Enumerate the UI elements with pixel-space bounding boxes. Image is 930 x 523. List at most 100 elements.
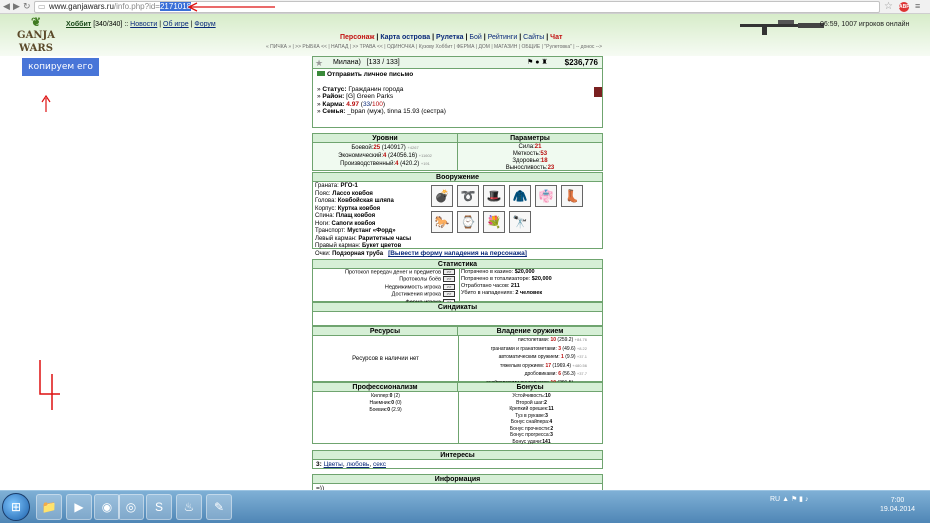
bonus-label: Устойчивость:: [512, 393, 546, 399]
clock[interactable]: 7:00 19.04.2014: [880, 496, 915, 514]
link-about[interactable]: Об игре: [163, 21, 189, 28]
flag-icon: [594, 87, 602, 97]
jacket-icon[interactable]: 🧥: [509, 185, 531, 207]
stats-header: Статистика: [313, 260, 602, 269]
forward-icon[interactable]: ▶: [13, 1, 20, 12]
nav-map[interactable]: Карта острова: [380, 34, 430, 41]
equip-row: Корпус: Куртка ковбоя: [315, 206, 411, 214]
stats-label: Потрачено в тотализаторе:: [461, 276, 532, 282]
explorer-icon[interactable]: 📁: [36, 494, 62, 520]
spyglass-icon[interactable]: 🔭: [509, 211, 531, 233]
cloak-icon[interactable]: 👘: [535, 185, 557, 207]
syndicates-panel: Синдикаты: [312, 302, 603, 326]
attack-form-link[interactable]: [Вывести форму нападения на персонажа]: [312, 250, 603, 257]
equip-row: Голова: Ковбойская шляпа: [315, 198, 411, 206]
stats-panel: Статистика Протокол передач денег и пред…: [312, 259, 603, 305]
language-indicator[interactable]: RU: [770, 496, 780, 503]
prof-row: Боевик:0 (2.9): [313, 407, 458, 414]
resources-panel: Ресурсы Владение оружием Ресурсов в нали…: [312, 326, 603, 386]
chrome-icon[interactable]: ◎: [118, 494, 144, 520]
weapon-label: автоматическим оружием:: [498, 354, 562, 360]
equip-row: Ноги: Сапоги ковбоя: [315, 221, 411, 229]
bonus-label: Туз в рукаве:: [515, 412, 546, 419]
interest-link[interactable]: Цветы: [324, 461, 343, 468]
nav-ratings[interactable]: Рейтинги: [488, 34, 518, 41]
param-label: Здоровье:: [512, 158, 541, 164]
go-button[interactable]: >>: [443, 276, 455, 283]
params-rows: Сила:21 Меткость:53 Здоровье:18 Выносливост…: [458, 143, 602, 172]
resources-header: Ресурсы: [313, 327, 458, 336]
boots-icon[interactable]: 👢: [561, 185, 583, 207]
reload-icon[interactable]: ↻: [23, 1, 31, 12]
watch-icon[interactable]: ⌚: [457, 211, 479, 233]
logo-top-text: GANJA: [17, 30, 55, 41]
equip-name[interactable]: Лассо ковбоя: [332, 191, 373, 197]
bonus-value: 11: [548, 406, 554, 412]
nav-character[interactable]: Персонаж: [340, 34, 374, 41]
weapon-label: тяжелым оружием:: [499, 362, 546, 369]
bonus-label: Бонус снайпера:: [510, 419, 550, 425]
prof-row: Киллер:0 (2): [313, 393, 458, 400]
back-icon[interactable]: ◀: [3, 1, 10, 12]
stats-value: 211: [510, 283, 520, 289]
paint-icon[interactable]: ✎: [206, 494, 232, 520]
interest-link[interactable]: любовь: [346, 461, 369, 468]
link-news[interactable]: Новости: [130, 21, 157, 28]
level-exp: (140917): [380, 145, 408, 151]
site-logo[interactable]: ❦ GANJA WARS: [12, 16, 60, 55]
weapon-row: дробовиками: 6 (56.3) +37.7: [460, 370, 587, 379]
interest-link[interactable]: секс: [373, 461, 386, 468]
information-header: Информация: [313, 475, 602, 484]
start-button[interactable]: ⊞: [2, 493, 30, 521]
equip-name[interactable]: Мустанг «Форд»: [347, 228, 395, 234]
bonus-value: 141: [542, 438, 551, 445]
equip-name[interactable]: Плащ ковбоя: [336, 213, 375, 219]
prof-label: Киллер:: [371, 393, 390, 399]
nav-chat[interactable]: Чат: [550, 34, 562, 41]
stats-values: Потрачено в казино: $20,000 Потрачено в т…: [461, 269, 552, 297]
media-icon[interactable]: ▶: [66, 494, 92, 520]
menu-icon[interactable]: ≡: [915, 1, 920, 11]
syndicates-header: Синдикаты: [313, 303, 602, 312]
skype-icon[interactable]: S: [146, 494, 172, 520]
grenade-icon[interactable]: 💣: [431, 185, 453, 207]
go-button[interactable]: >>: [443, 291, 455, 298]
stats-label: Убито в нападениях:: [461, 290, 516, 296]
go-button[interactable]: >>: [443, 269, 455, 275]
user-nick[interactable]: Хоббит: [66, 21, 91, 28]
equip-name[interactable]: Сапоги ковбоя: [332, 221, 376, 227]
nav-battle[interactable]: Бой: [469, 34, 481, 41]
hat-icon[interactable]: 🎩: [483, 185, 505, 207]
equip-name[interactable]: Букет цветов: [362, 243, 401, 249]
equip-name[interactable]: Куртка ковбоя: [338, 206, 380, 212]
stats-value: $20,000: [514, 269, 535, 275]
send-mail-link[interactable]: Отправить личное письмо: [317, 71, 598, 79]
adblock-icon[interactable]: ABP: [899, 2, 910, 12]
steam-icon[interactable]: ♨: [176, 494, 202, 520]
go-button[interactable]: >>: [443, 283, 455, 290]
equip-name[interactable]: Ковбойская шляпа: [338, 198, 394, 204]
stats-link-label: Протоколы боёв: [399, 276, 441, 283]
star-icon: ★: [315, 58, 324, 68]
horse-icon[interactable]: 🐎: [431, 211, 453, 233]
nav-roulette[interactable]: Рулетка: [436, 34, 463, 41]
equip-row: Спина: Плащ ковбоя: [315, 213, 411, 221]
equip-name[interactable]: Раритетные часы: [358, 236, 411, 242]
sub-nav[interactable]: « ПИЧКА » | >> РЫБКА << | НАПАД | >> ТРА…: [266, 44, 602, 50]
level-row: Экономический:4 (24056.16) +11602: [313, 152, 457, 160]
prof-extra: (2.9): [389, 407, 402, 413]
nav-sites[interactable]: Сайты: [523, 34, 544, 41]
rifle-icon: [740, 20, 824, 35]
professionalism-panel: Профессионализм Бонусы Киллер:0 (2) Наемн…: [312, 382, 603, 446]
link-forum[interactable]: Форум: [194, 21, 215, 28]
red-digit-four: [39, 360, 60, 410]
lasso-icon[interactable]: ➰: [457, 185, 479, 207]
address-bar[interactable]: ▭ www.ganjawars.ru/info.php?id=2171018: [34, 1, 880, 13]
professionalism-list: Киллер:0 (2) Наемник:0 (0) Боевик:0 (2.9): [313, 392, 459, 444]
bonus-row: Бонус удачи:141: [460, 439, 603, 446]
bookmark-star-icon[interactable]: ☆: [884, 1, 893, 12]
equip-slot: Граната:: [315, 183, 341, 189]
firefox-icon[interactable]: ◉: [94, 494, 120, 520]
bouquet-icon[interactable]: 💐: [483, 211, 505, 233]
equip-name[interactable]: РГО-1: [340, 183, 357, 189]
